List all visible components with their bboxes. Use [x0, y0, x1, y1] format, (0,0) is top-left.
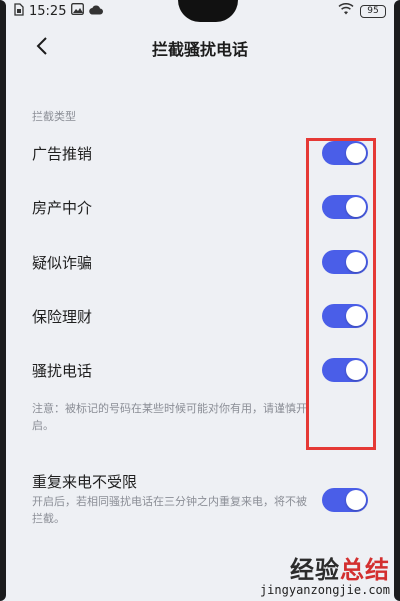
status-time: 15:25 [29, 3, 67, 19]
watermark: 经验总结 jingyanzongjie.com [260, 550, 390, 597]
toggle-switch[interactable] [322, 358, 368, 382]
nav-bar: 拦截骚扰电话 [0, 28, 400, 68]
toggle-switch-repeat-call[interactable] [322, 488, 368, 512]
watermark-url: jingyanzongjie.com [259, 583, 390, 597]
toggle-knob [346, 197, 366, 217]
image-icon [71, 3, 85, 19]
setting-label: 疑似诈骗 [32, 253, 93, 272]
setting-row-insurance[interactable]: 保险理财 [32, 301, 372, 331]
warning-note: 注意：被标记的号码在某些时候可能对你有用，请谨慎开启。 [32, 402, 307, 432]
toggle-knob [346, 306, 366, 326]
setting-row-ads[interactable]: 广告推销 [32, 138, 372, 168]
watermark-suffix: 总结 [340, 556, 390, 584]
battery-icon: 95 [360, 4, 386, 18]
watermark-title: 经验总结 [260, 550, 390, 585]
setting-label: 保险理财 [32, 307, 93, 326]
repeat-call-description: 开启后，若相同骚扰电话在三分钟之内重复来电，将不被拦截。 [32, 495, 307, 525]
wifi-icon [338, 2, 354, 19]
toggle-switch[interactable] [322, 304, 368, 328]
toggle-switch[interactable] [322, 250, 368, 274]
toggle-knob [346, 143, 366, 163]
cloud-icon [89, 4, 104, 19]
phone-screen: 15:25 95 拦截骚扰电话 拦截类型 广告推销 房产中介 疑似诈骗 保险理财… [0, 0, 400, 601]
setting-label: 房产中介 [32, 198, 93, 217]
bezel-left [0, 0, 6, 601]
toggle-switch[interactable] [322, 141, 368, 165]
setting-row-fraud[interactable]: 疑似诈骗 [32, 247, 372, 277]
page-title: 拦截骚扰电话 [151, 40, 248, 59]
section-header: 拦截类型 [32, 110, 76, 123]
sim-icon [14, 2, 24, 20]
toggle-switch[interactable] [322, 195, 368, 219]
setting-row-repeat-call[interactable]: 重复来电不受限 [32, 466, 372, 496]
setting-label: 重复来电不受限 [32, 472, 138, 491]
toggle-knob [346, 360, 366, 380]
bezel-right [394, 0, 400, 601]
setting-label: 广告推销 [32, 144, 93, 163]
toggle-knob [346, 252, 366, 272]
setting-label: 骚扰电话 [32, 361, 93, 380]
watermark-prefix: 经验 [290, 556, 340, 584]
toggle-knob [346, 490, 366, 510]
status-left: 15:25 [14, 2, 104, 20]
setting-row-real-estate[interactable]: 房产中介 [32, 192, 372, 222]
status-right: 95 [338, 2, 386, 19]
setting-row-harassment[interactable]: 骚扰电话 [32, 355, 372, 385]
